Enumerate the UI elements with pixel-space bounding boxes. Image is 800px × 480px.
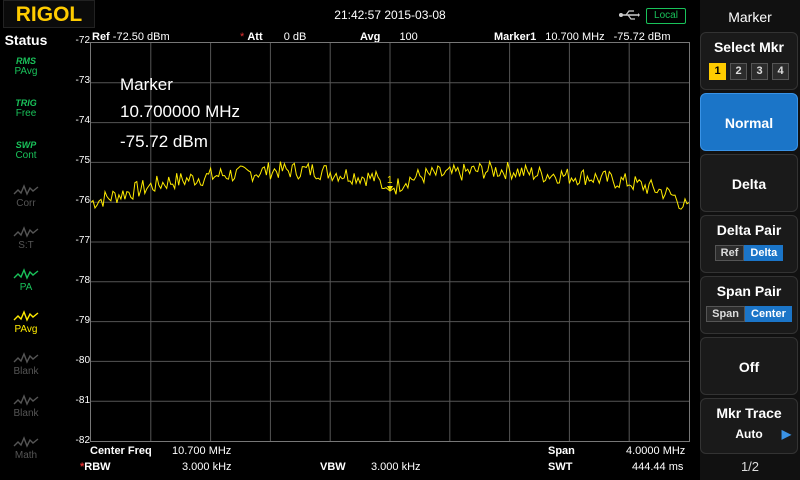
select-marker-softkey[interactable]: Select Mkr 1234 (700, 32, 798, 90)
marker-1-point (387, 186, 393, 192)
rbw-field[interactable]: *RBW (80, 461, 111, 473)
y-tick-label: -75 (75, 155, 90, 166)
correction-icon (4, 182, 48, 198)
span-value: 4.0000 MHz (626, 445, 686, 457)
rbw-value: 3.000 kHz (182, 461, 232, 473)
delta-pair-label: Delta Pair (716, 222, 782, 238)
brand-text: RIGOL (16, 3, 83, 26)
y-tick-label: -78 (75, 275, 90, 286)
math-icon (4, 434, 48, 450)
normal-softkey[interactable]: Normal (700, 93, 798, 151)
status-item-label: Math (14, 450, 38, 461)
y-tick-label: -73 (75, 75, 90, 86)
status-item-label: Blank (13, 366, 39, 377)
y-tick-label: -81 (75, 395, 90, 406)
swt-value: 444.44 ms (632, 461, 684, 473)
panel-title: Marker (728, 9, 772, 25)
status-item-label: Corr (16, 198, 36, 209)
span-pair-option[interactable]: Span (706, 306, 746, 322)
delta-pair-selector: Ref Delta (701, 243, 797, 261)
status-item[interactable]: S:T (4, 224, 48, 264)
marker-number-option[interactable]: 2 (730, 63, 747, 80)
delta-pair-option[interactable]: Ref (714, 245, 745, 261)
status-item[interactable]: SWP Cont (4, 140, 48, 180)
span-pair-option[interactable]: Center (745, 306, 792, 322)
delta-pair-softkey[interactable]: Delta Pair Ref Delta (700, 215, 798, 273)
marker-readout-level: -75.72 dBm (120, 132, 208, 151)
delta-label: Delta (731, 176, 767, 192)
preamp-icon (4, 266, 48, 282)
status-item[interactable]: Blank (4, 350, 48, 390)
marker-number-option[interactable]: 4 (772, 63, 789, 80)
status-item[interactable]: Math (4, 434, 48, 474)
span-pair-selector: Span Center (701, 304, 797, 322)
select-marker-label: Select Mkr (713, 39, 785, 55)
status-item[interactable]: TRIG Free (4, 98, 48, 138)
status-item[interactable]: PAvg (4, 308, 48, 348)
marker-trace-value: Auto (735, 427, 763, 441)
triangle-right-icon: ▶ (781, 427, 791, 441)
stimulus-icon (4, 224, 48, 240)
off-label: Off (738, 359, 760, 375)
datetime: 21:42:57 2015-03-08 (334, 8, 446, 22)
span-pair-softkey[interactable]: Span Pair Span Center (700, 276, 798, 334)
marker-readout-freq: 10.700000 MHz (120, 102, 241, 121)
trace-blank-icon (4, 350, 48, 366)
vbw-value: 3.000 kHz (371, 461, 421, 473)
center-freq-value: 10.700 MHz (172, 445, 232, 457)
status-item-label: PAvg (14, 324, 38, 335)
status-item-label: PAvg (14, 66, 38, 77)
rbw-label: RBW (84, 461, 111, 473)
vbw-label[interactable]: VBW (320, 461, 346, 473)
marker-number-option[interactable]: 3 (751, 63, 768, 80)
status-item-label: Free (15, 108, 37, 119)
y-tick-label: -76 (75, 195, 90, 206)
page-indicator[interactable]: 1/2 (700, 459, 800, 474)
marker-number-option[interactable]: 1 (709, 63, 726, 80)
status-item-label: Cont (15, 150, 37, 161)
trigger-icon: TRIG (15, 98, 37, 108)
span-label[interactable]: Span (548, 445, 575, 457)
y-tick-label: -80 (75, 355, 90, 366)
y-tick-label: -77 (75, 235, 90, 246)
trace-yellow-icon (4, 308, 48, 324)
off-softkey[interactable]: Off (700, 337, 798, 395)
status-item[interactable]: RMS PAvg (4, 56, 48, 96)
marker-trace-softkey[interactable]: Mkr Trace Auto ▶ (700, 398, 798, 454)
y-tick-label: -79 (75, 315, 90, 326)
y-tick-label: -72 (75, 35, 90, 46)
status-item-label: Blank (13, 408, 39, 419)
trace-blank-icon (4, 392, 48, 408)
marker-number-selector: 1234 (701, 61, 797, 80)
trace-avg-icon: RMS (16, 56, 36, 66)
sweep-icon: SWP (15, 140, 37, 150)
y-tick-label: -74 (75, 115, 90, 126)
status-item-label: PA (19, 282, 33, 293)
swt-label[interactable]: SWT (548, 461, 572, 473)
status-item[interactable]: Blank (4, 392, 48, 432)
delta-pair-option[interactable]: Delta (744, 245, 784, 261)
y-tick-label: -82 (75, 435, 90, 446)
delta-softkey[interactable]: Delta (700, 154, 798, 212)
usb-icon (618, 8, 640, 22)
local-badge[interactable]: Local (646, 8, 686, 24)
status-item-label: S:T (18, 240, 34, 251)
marker-trace-label: Mkr Trace (716, 405, 782, 421)
status-item[interactable]: PA (4, 266, 48, 306)
marker-readout-title: Marker (120, 75, 173, 94)
rigol-logo: RIGOL (3, 0, 95, 28)
normal-label: Normal (724, 115, 774, 131)
status-title: Status (4, 32, 48, 48)
span-pair-label: Span Pair (716, 283, 782, 299)
status-item[interactable]: Corr (4, 182, 48, 222)
center-freq-label[interactable]: Center Freq (90, 445, 152, 457)
marker-1-label: 1 (387, 175, 393, 186)
